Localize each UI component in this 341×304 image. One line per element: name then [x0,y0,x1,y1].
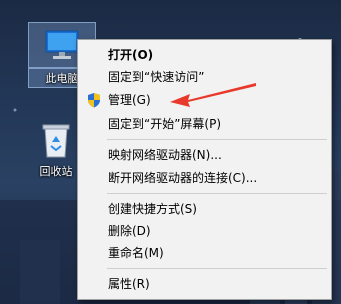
menu-separator [107,268,327,269]
menu-item-label: 重命名(M) [108,246,164,260]
menu-item-rename[interactable]: 重命名(M) [78,242,331,264]
menu-item-open[interactable]: 打开(O) [78,44,331,66]
menu-separator [107,139,327,140]
menu-item-label: 断开网络驱动器的连接(C)... [108,171,258,185]
context-menu: 打开(O) 固定到“快速访问” 管理(G) 固定到“开始”屏幕(P) 映射网络驱… [77,39,332,300]
menu-item-properties[interactable]: 属性(R) [78,273,331,295]
menu-item-label: 属性(R) [108,277,150,291]
uac-shield-icon [88,93,100,108]
menu-item-delete[interactable]: 删除(D) [78,220,331,242]
menu-item-label: 打开(O) [108,48,154,62]
menu-item-label: 管理(G) [108,93,151,107]
recycle-bin-icon [42,124,70,158]
menu-item-label: 创建快捷方式(S) [108,202,197,216]
monitor-icon [45,30,79,59]
menu-item-pin-start[interactable]: 固定到“开始”屏幕(P) [78,113,331,135]
menu-item-map-network-drive[interactable]: 映射网络驱动器(N)... [78,144,331,166]
menu-item-create-shortcut[interactable]: 创建快捷方式(S) [78,198,331,220]
menu-item-disconnect-network-drive[interactable]: 断开网络驱动器的连接(C)... [78,167,331,189]
menu-item-label: 删除(D) [108,224,151,238]
menu-item-label: 固定到“开始”屏幕(P) [108,117,222,131]
menu-item-label: 映射网络驱动器(N)... [108,148,222,162]
annotation-arrow-icon [170,83,256,107]
menu-separator [107,193,327,194]
